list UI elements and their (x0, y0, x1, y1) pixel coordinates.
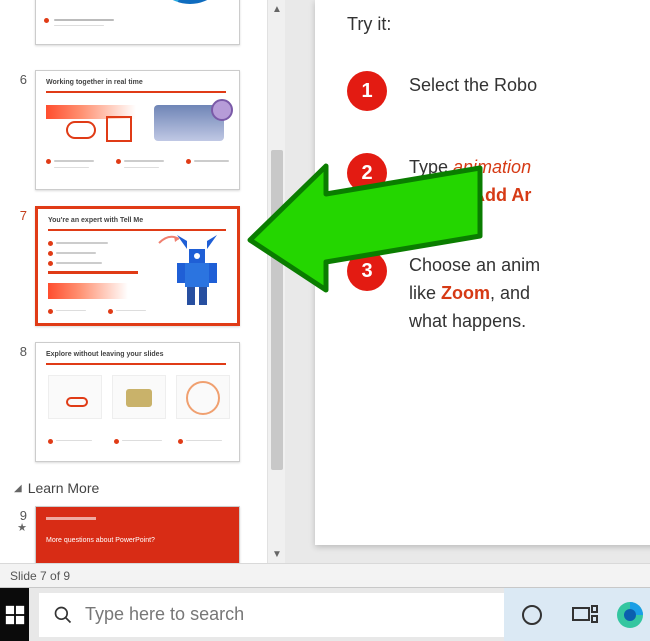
windows-taskbar: Type here to search (0, 587, 650, 641)
slide-panel-scrollbar[interactable]: ▲ ▼ (267, 0, 285, 563)
step-badge-1: 1 (347, 71, 387, 111)
windows-logo-icon (4, 604, 26, 626)
thumb-title: Working together in real time (46, 79, 143, 86)
cortana-button[interactable] (504, 603, 560, 627)
step-badge-3: 3 (347, 251, 387, 291)
step-1-text: Select the Robo (409, 71, 537, 111)
search-placeholder: Type here to search (85, 604, 244, 625)
slide-list[interactable]: 6 Working together in real time (0, 0, 260, 563)
slide-number: 7 (0, 206, 35, 223)
search-icon (53, 605, 73, 625)
step-3: 3 Choose an anim like Zoom, and what hap… (347, 251, 650, 335)
step-2-text: Type animation choose Add Ar (409, 153, 531, 209)
thumb-title: Explore without leaving your slides (46, 351, 163, 358)
step-badge-2: 2 (347, 153, 387, 193)
slide-number: 9 ★ (0, 506, 35, 533)
step-1: 1 Select the Robo (347, 71, 650, 111)
section-header-learn-more[interactable]: ◢ Learn More (14, 480, 99, 496)
step-3-text: Choose an anim like Zoom, and what happe… (409, 251, 540, 335)
taskbar-right (504, 588, 650, 641)
slide-thumb-6[interactable]: 6 Working together in real time (0, 70, 240, 190)
cortana-icon (520, 603, 544, 627)
scroll-down-button[interactable]: ▼ (268, 545, 286, 563)
main-row: 6 Working together in real time (0, 0, 650, 563)
thumb-title: More questions about PowerPoint? (46, 537, 155, 544)
slide-number: 8 (0, 342, 35, 359)
slide-thumbnails-panel: 6 Working together in real time (0, 0, 285, 563)
taskbar-search-box[interactable]: Type here to search (39, 593, 504, 637)
slide-thumb-7-selected[interactable]: 7 You're an expert with Tell Me (0, 206, 240, 326)
task-view-button[interactable] (560, 604, 610, 626)
status-bar: Slide 7 of 9 (0, 563, 650, 587)
slide-number: 6 (0, 70, 35, 87)
scrollbar-thumb[interactable] (271, 150, 283, 470)
scroll-up-button[interactable]: ▲ (268, 0, 286, 18)
slide-thumb-5[interactable] (0, 0, 240, 45)
edge-button[interactable] (610, 600, 650, 630)
status-slide-count: Slide 7 of 9 (10, 569, 70, 583)
task-view-icon (572, 604, 598, 626)
animation-star-icon: ★ (0, 523, 27, 533)
app-root: 6 Working together in real time (0, 0, 650, 641)
slide-editor-area[interactable]: Try it: 1 Select the Robo 2 Type animati… (285, 0, 650, 563)
curved-arrow-icon (157, 233, 183, 247)
start-button[interactable] (0, 588, 29, 641)
slide-thumb-9[interactable]: 9 ★ More questions about PowerPoint? (0, 506, 240, 563)
slide-thumb-8[interactable]: 8 Explore without leaving your slides (0, 342, 240, 462)
edge-icon (615, 600, 645, 630)
section-label: Learn More (28, 480, 100, 496)
try-it-label: Try it: (347, 14, 650, 35)
slide-canvas[interactable]: Try it: 1 Select the Robo 2 Type animati… (315, 0, 650, 545)
collapse-triangle-icon: ◢ (14, 483, 22, 494)
thumb-title: You're an expert with Tell Me (48, 217, 143, 224)
step-2: 2 Type animation choose Add Ar (347, 153, 650, 209)
